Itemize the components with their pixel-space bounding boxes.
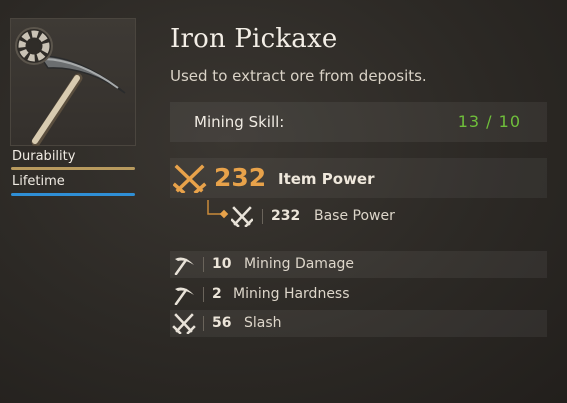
durability-bar: [11, 167, 135, 170]
tree-connector-icon: [207, 200, 229, 219]
durability-label: Durability: [12, 149, 76, 164]
stat-divider: [203, 316, 204, 331]
item-description: Used to extract ore from deposits.: [170, 67, 427, 85]
item-name: Iron Pickaxe: [170, 24, 338, 54]
stat-value: 2: [212, 286, 222, 302]
item-power-value: 232: [214, 163, 267, 192]
stat-label: Mining Damage: [244, 256, 355, 272]
skill-requirement-label: Mining Skill:: [194, 113, 285, 131]
stat-value: 56: [212, 315, 232, 331]
pickaxe-icon: [174, 287, 194, 305]
stat-divider: [203, 287, 204, 302]
stat-label: Slash: [244, 315, 282, 331]
crossed-swords-icon: [231, 206, 253, 227]
skill-requirement-row: Mining Skill: 13 / 10: [170, 102, 547, 142]
pickaxe-icon: [174, 257, 194, 275]
stat-row-slash: 56 Slash: [170, 310, 547, 337]
crossed-swords-icon: [172, 313, 196, 334]
stat-label: Mining Hardness: [233, 286, 350, 302]
item-icon-frame: [10, 18, 136, 146]
skill-requirement-value: 13 / 10: [457, 112, 521, 131]
item-power-row: 232 Item Power: [170, 158, 547, 198]
crossed-swords-icon: [173, 164, 207, 193]
base-power-value: 232: [271, 208, 301, 224]
lifetime-label: Lifetime: [12, 174, 65, 189]
item-power-label: Item Power: [278, 170, 375, 188]
base-power-label: Base Power: [314, 208, 395, 224]
base-power-divider: [262, 209, 263, 224]
lifetime-bar: [11, 193, 135, 196]
stat-row-mining-damage: 10 Mining Damage: [170, 251, 547, 278]
stat-divider: [203, 257, 204, 272]
iron-pickaxe-icon: [15, 27, 126, 146]
stat-value: 10: [212, 256, 232, 272]
stat-row-mining-hardness: 2 Mining Hardness: [170, 281, 547, 308]
